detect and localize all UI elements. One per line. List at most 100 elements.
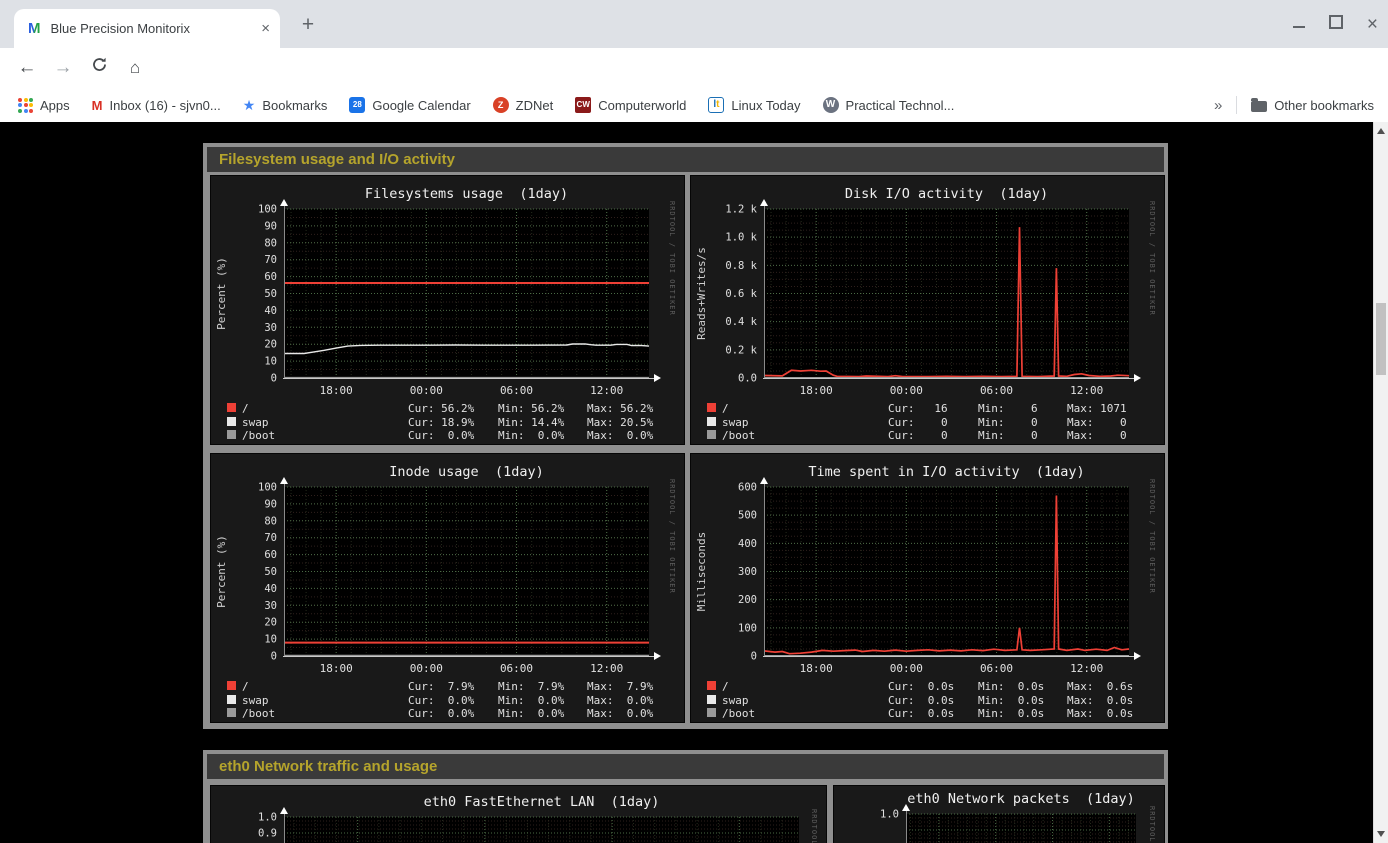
legend-swatch	[227, 681, 236, 690]
y-axis-label: Percent (%)	[215, 535, 228, 608]
scroll-down-icon[interactable]	[1377, 831, 1385, 837]
browser-tab[interactable]: M Blue Precision Monitorix ×	[14, 9, 280, 48]
apps-grid-icon	[18, 98, 33, 113]
bookmarks-overflow-button[interactable]: »	[1214, 97, 1222, 114]
legend-row: /Cur: 7.9%Min: 7.9%Max: 7.9%	[211, 680, 684, 693]
legend-name: /boot	[242, 429, 275, 442]
legend-name: /	[242, 680, 249, 693]
chart-title: Disk I/O activity (1day)	[845, 186, 1048, 202]
x-tick-label: 06:00	[980, 384, 1013, 397]
bookmark-inbox[interactable]: M Inbox (16) - sjvn0...	[92, 98, 221, 113]
y-tick-label: 90	[264, 498, 277, 510]
legend-max: Max: 0.0s	[1067, 694, 1133, 707]
chart-panel-4[interactable]: eth0 FastEthernet LAN (1day)1.00.9RRDTOO…	[210, 785, 827, 843]
chart-panel-5[interactable]: eth0 Network packets (1day)1.0Packets/sR…	[833, 785, 1165, 843]
y-tick-label: 80	[264, 515, 277, 527]
y-tick-label: 0.6 k	[725, 288, 757, 300]
monitorix-page: Filesystem usage and I/O activity Filesy…	[0, 122, 1373, 843]
wordpress-icon: W	[823, 97, 839, 113]
browser-toolbar: ← → ⌂ i localhost:8080/monitorix-cgi/mon…	[0, 48, 1388, 88]
bookmark-google-calendar[interactable]: 28 Google Calendar	[349, 97, 470, 113]
legend-min: Min: 0.0%	[498, 707, 564, 720]
legend-min: Min: 0.0%	[498, 429, 564, 442]
legend-max: Max: 0.0%	[587, 707, 653, 720]
y-tick-label: 60	[264, 549, 277, 561]
browser-window: M Blue Precision Monitorix × + × ← → ⌂ i…	[0, 0, 1388, 843]
y-tick-label: 60	[264, 271, 277, 283]
chart-panel-1[interactable]: Disk I/O activity (1day)1.2 k1.0 k0.8 k0…	[690, 175, 1165, 445]
x-tick-label: 06:00	[500, 662, 533, 675]
chart-title: Filesystems usage (1day)	[365, 186, 568, 202]
bookmark-practical-technology[interactable]: W Practical Technol...	[823, 97, 955, 113]
x-tick-label: 12:00	[1070, 384, 1103, 397]
legend-cur: Cur: 18.9%	[408, 416, 474, 429]
chart-panel-3[interactable]: Time spent in I/O activity (1day)6005004…	[690, 453, 1165, 723]
tab-close-icon[interactable]: ×	[261, 20, 270, 37]
y-tick-label: 70	[264, 532, 277, 544]
forward-button[interactable]: →	[50, 55, 76, 81]
y-axis-label: Milliseconds	[695, 532, 708, 611]
legend-min: Min: 56.2%	[498, 402, 564, 415]
legend-min: Min: 0.0s	[978, 680, 1044, 693]
x-tick-label: 18:00	[320, 384, 353, 397]
maximize-button[interactable]	[1329, 15, 1343, 34]
x-tick-label: 18:00	[320, 662, 353, 675]
scrollbar-thumb[interactable]	[1376, 303, 1386, 375]
page-scrollbar[interactable]	[1373, 122, 1388, 843]
rrdtool-watermark: RRDTOOL / TOBI OETIKER	[668, 201, 676, 316]
bookmark-linux-today[interactable]: lt Linux Today	[708, 97, 800, 113]
chart-panel-0[interactable]: Filesystems usage (1day)1009080706050403…	[210, 175, 685, 445]
bookmark-bookmarks[interactable]: ★ Bookmarks	[243, 97, 328, 114]
chart-title: eth0 FastEthernet LAN (1day)	[424, 794, 660, 810]
legend-row: /Cur: 0.0sMin: 0.0sMax: 0.6s	[691, 680, 1164, 693]
bookmark-zdnet[interactable]: Z ZDNet	[493, 97, 554, 113]
legend-name: /boot	[722, 429, 755, 442]
scroll-up-icon[interactable]	[1377, 128, 1385, 134]
legend-swatch	[707, 681, 716, 690]
y-tick-label: 1.2 k	[725, 204, 757, 216]
legend-max: Max: 0.0%	[587, 429, 653, 442]
y-tick-label: 300	[738, 566, 757, 578]
y-tick-label: 400	[738, 538, 757, 550]
y-tick-label: 600	[738, 482, 757, 494]
legend-min: Min: 6	[978, 402, 1038, 415]
legend-swatch	[227, 430, 236, 439]
chart-title: Inode usage (1day)	[389, 464, 543, 480]
legend-min: Min: 0	[978, 429, 1038, 442]
legend-row: swapCur: 0.0%Min: 0.0%Max: 0.0%	[211, 694, 684, 707]
y-tick-label: 0	[751, 651, 757, 663]
close-button[interactable]: ×	[1367, 15, 1378, 34]
x-tick-label: 00:00	[890, 384, 923, 397]
tab-title: Blue Precision Monitorix	[51, 21, 241, 36]
x-tick-label: 00:00	[890, 662, 923, 675]
legend-max: Max: 1071	[1067, 402, 1127, 415]
legend-cur: Cur: 7.9%	[408, 680, 474, 693]
other-bookmarks-button[interactable]: Other bookmarks	[1251, 98, 1374, 113]
maximize-icon	[1329, 15, 1343, 29]
bookmark-computerworld[interactable]: CW Computerworld	[575, 97, 686, 113]
legend-max: Max: 20.5%	[587, 416, 653, 429]
new-tab-button[interactable]: +	[294, 12, 322, 40]
legend-row: swapCur: 0Min: 0Max: 0	[691, 416, 1164, 429]
legend-row: swapCur: 18.9%Min: 14.4%Max: 20.5%	[211, 416, 684, 429]
legend-row: swapCur: 0.0sMin: 0.0sMax: 0.0s	[691, 694, 1164, 707]
chart-panel-2[interactable]: Inode usage (1day)1009080706050403020100…	[210, 453, 685, 723]
legend-swatch	[227, 708, 236, 717]
section-title: eth0 Network traffic and usage	[207, 754, 1164, 779]
rrdtool-watermark: RRDTOOL / TOBI OETIKER	[1148, 479, 1156, 594]
legend-swatch	[227, 695, 236, 704]
legend-min: Min: 7.9%	[498, 680, 564, 693]
legend-swatch	[707, 708, 716, 717]
legend-name: swap	[242, 416, 269, 429]
y-tick-label: 50	[264, 566, 277, 578]
y-tick-label: 0.2 k	[725, 344, 757, 356]
y-tick-label: 70	[264, 254, 277, 266]
bookmark-apps[interactable]: Apps	[18, 98, 70, 113]
reload-button[interactable]	[86, 55, 112, 81]
back-button[interactable]: ←	[14, 55, 40, 81]
x-tick-label: 06:00	[500, 384, 533, 397]
minimize-button[interactable]	[1293, 15, 1305, 33]
legend-cur: Cur: 0.0s	[888, 694, 954, 707]
chart-svg: eth0 Network packets (1day)1.0Packets/sR…	[834, 786, 1164, 843]
home-button[interactable]: ⌂	[122, 55, 148, 81]
